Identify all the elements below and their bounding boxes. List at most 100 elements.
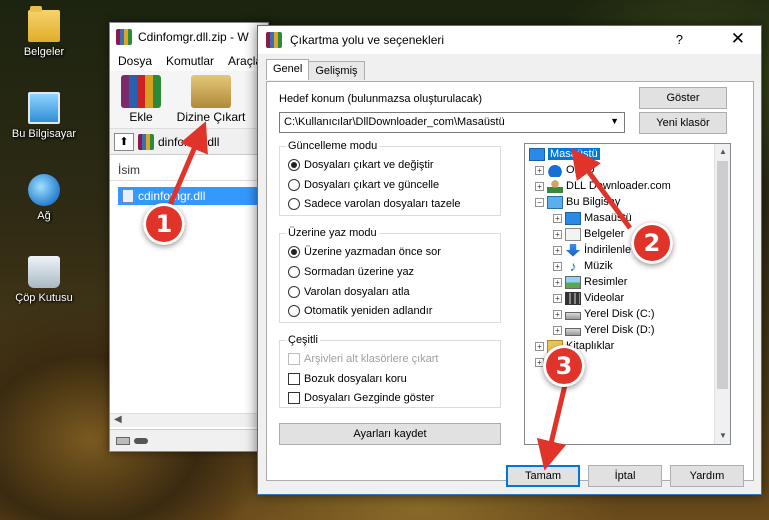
scroll-thumb[interactable] — [717, 161, 728, 389]
checkbox-show-in-explorer[interactable]: Dosyaları Gezginde göster — [288, 392, 434, 404]
extract-to-button[interactable]: Dizine Çıkart — [176, 75, 246, 124]
desktop-icon-label: Belgeler — [23, 46, 65, 58]
expand-icon[interactable]: + — [553, 245, 562, 255]
option-label: Sadece varolan dosyaları tazele — [304, 198, 461, 210]
destination-path-combo[interactable]: C:\Kullanıcılar\DllDownloader_com\Masaüs… — [279, 112, 625, 133]
radio-extract-replace[interactable]: Dosyaları çıkart ve değiştir — [288, 159, 434, 171]
desktop-icon-documents[interactable]: Belgeler — [4, 6, 84, 58]
file-row[interactable]: cdinfomgr.dll — [118, 187, 266, 205]
radio[interactable] — [288, 286, 300, 298]
scroll-up-icon[interactable]: ▲ — [715, 144, 730, 160]
radio-freshen-existing[interactable]: Sadece varolan dosyaları tazele — [288, 198, 461, 210]
download-icon — [565, 243, 581, 257]
radio[interactable] — [288, 266, 300, 278]
tab-strip: Genel Gelişmiş — [266, 59, 365, 80]
radio[interactable] — [288, 198, 300, 210]
tree-scrollbar[interactable]: ▲ ▼ — [714, 144, 730, 444]
tree-item-this-pc[interactable]: − Bu Bilgisay — [535, 194, 620, 210]
expand-icon[interactable]: + — [535, 341, 544, 351]
folder-tree[interactable]: Masaüstü + OneD + DLL Downloader.com − B… — [524, 143, 731, 445]
extract-label: Dizine Çıkart — [176, 110, 246, 124]
tree-item-disk-c[interactable]: + Yerel Disk (C:) — [553, 306, 655, 322]
tree-item-label: OneD — [566, 164, 595, 176]
expand-icon[interactable]: + — [553, 309, 562, 319]
checkbox[interactable] — [288, 392, 300, 404]
desktop-icon-recycle-bin[interactable]: Çöp Kutusu — [4, 256, 84, 304]
music-icon: ♪ — [569, 257, 577, 274]
new-folder-button[interactable]: Yeni klasör — [639, 112, 727, 134]
horizontal-scrollbar[interactable]: ◀ — [110, 413, 268, 427]
expand-icon[interactable]: + — [553, 325, 562, 335]
close-icon[interactable]: ✕ — [731, 29, 745, 49]
checkbox[interactable] — [288, 373, 300, 385]
desktop-icon-network[interactable]: Ağ — [4, 174, 84, 222]
tree-item-onedrive[interactable]: + OneD — [535, 162, 595, 178]
step-badge-1: 1 — [143, 203, 185, 245]
radio-selected[interactable] — [288, 159, 300, 171]
step-badge-3: 3 — [543, 345, 585, 387]
tree-item-disk-d[interactable]: + Yerel Disk (D:) — [553, 322, 655, 338]
expand-icon[interactable]: + — [553, 213, 562, 223]
checkbox-keep-broken-files[interactable]: Bozuk dosyaları koru — [288, 373, 407, 385]
tab-general[interactable]: Genel — [266, 59, 310, 80]
radio-auto-rename[interactable]: Otomatik yeniden adlandır — [288, 305, 432, 317]
help-icon[interactable]: ? — [676, 32, 683, 47]
tree-item-label: Yerel Disk (C:) — [584, 308, 655, 320]
radio-overwrite-without-prompt[interactable]: Sormadan üzerine yaz — [288, 266, 414, 278]
chevron-down-icon[interactable]: ▼ — [610, 116, 619, 126]
tree-item-desktop-root[interactable]: Masaüstü — [529, 146, 600, 162]
tree-item-music[interactable]: + ♪ Müzik — [553, 258, 613, 274]
tab-advanced[interactable]: Gelişmiş — [308, 61, 365, 80]
tree-item-pictures[interactable]: + Resimler — [553, 274, 627, 290]
tree-item-label: Videolar — [584, 292, 625, 304]
network-icon — [28, 174, 60, 206]
radio-selected[interactable] — [288, 246, 300, 258]
overwrite-mode-group: Üzerine yaz modu Üzerine yazmadan önce s… — [279, 227, 501, 323]
add-button[interactable]: Ekle — [116, 75, 166, 124]
option-label: Arşivleri alt klasörlere çıkart — [304, 353, 439, 365]
tree-item-desktop[interactable]: + Masaüstü — [553, 210, 632, 226]
radio[interactable] — [288, 179, 300, 191]
expand-icon[interactable]: + — [535, 165, 544, 175]
radio[interactable] — [288, 305, 300, 317]
expand-icon[interactable]: + — [553, 229, 562, 239]
option-label: Varolan dosyaları atla — [304, 286, 410, 298]
radio-ask-before-overwrite[interactable]: Üzerine yazmadan önce sor — [288, 246, 441, 258]
menu-file[interactable]: Dosya — [118, 54, 152, 68]
show-button[interactable]: Göster — [639, 87, 727, 109]
collapse-icon[interactable]: − — [535, 197, 544, 207]
radio-skip-existing[interactable]: Varolan dosyaları atla — [288, 286, 410, 298]
checkbox-extract-to-subfolders[interactable]: Arşivleri alt klasörlere çıkart — [288, 353, 438, 365]
group-title: Çeşitli — [286, 334, 320, 346]
status-bar — [110, 429, 268, 451]
window-title: Cdinfomgr.dll.zip - W — [138, 30, 249, 44]
scroll-down-icon[interactable]: ▼ — [715, 428, 730, 444]
zip-icon — [138, 133, 154, 150]
tree-item-user[interactable]: + DLL Downloader.com — [535, 178, 671, 194]
cloud-icon — [547, 163, 563, 177]
video-icon — [565, 291, 581, 305]
menubar: Dosya Komutlar Araçla — [110, 51, 268, 71]
drive-icon — [565, 311, 581, 320]
help-button[interactable]: Yardım — [670, 465, 744, 487]
expand-icon[interactable]: + — [553, 277, 562, 287]
radio-extract-update[interactable]: Dosyaları çıkart ve güncelle — [288, 179, 439, 191]
dialog-titlebar: Çıkartma yolu ve seçenekleri ? ✕ — [258, 26, 761, 54]
tree-item-videos[interactable]: + Videolar — [553, 290, 624, 306]
tree-item-documents[interactable]: + Belgeler — [553, 226, 624, 242]
save-settings-button[interactable]: Ayarları kaydet — [279, 423, 501, 445]
column-header-name[interactable]: İsim — [110, 159, 268, 181]
expand-icon[interactable]: + — [553, 293, 562, 303]
expand-icon[interactable]: + — [553, 261, 562, 271]
tree-item-label: İndirilenle — [584, 244, 632, 256]
ok-button[interactable]: Tamam — [506, 465, 580, 487]
option-label: Otomatik yeniden adlandır — [304, 305, 433, 317]
tree-item-downloads[interactable]: + İndirilenle — [553, 242, 631, 258]
tree-item-label: Yerel Disk (D:) — [584, 324, 655, 336]
desktop-icon-this-pc[interactable]: Bu Bilgisayar — [4, 92, 84, 140]
up-folder-button[interactable]: ⬆ — [114, 132, 134, 151]
menu-commands[interactable]: Komutlar — [166, 54, 214, 68]
expand-icon[interactable]: + — [535, 181, 544, 191]
picture-icon — [565, 275, 581, 289]
cancel-button[interactable]: İptal — [588, 465, 662, 487]
